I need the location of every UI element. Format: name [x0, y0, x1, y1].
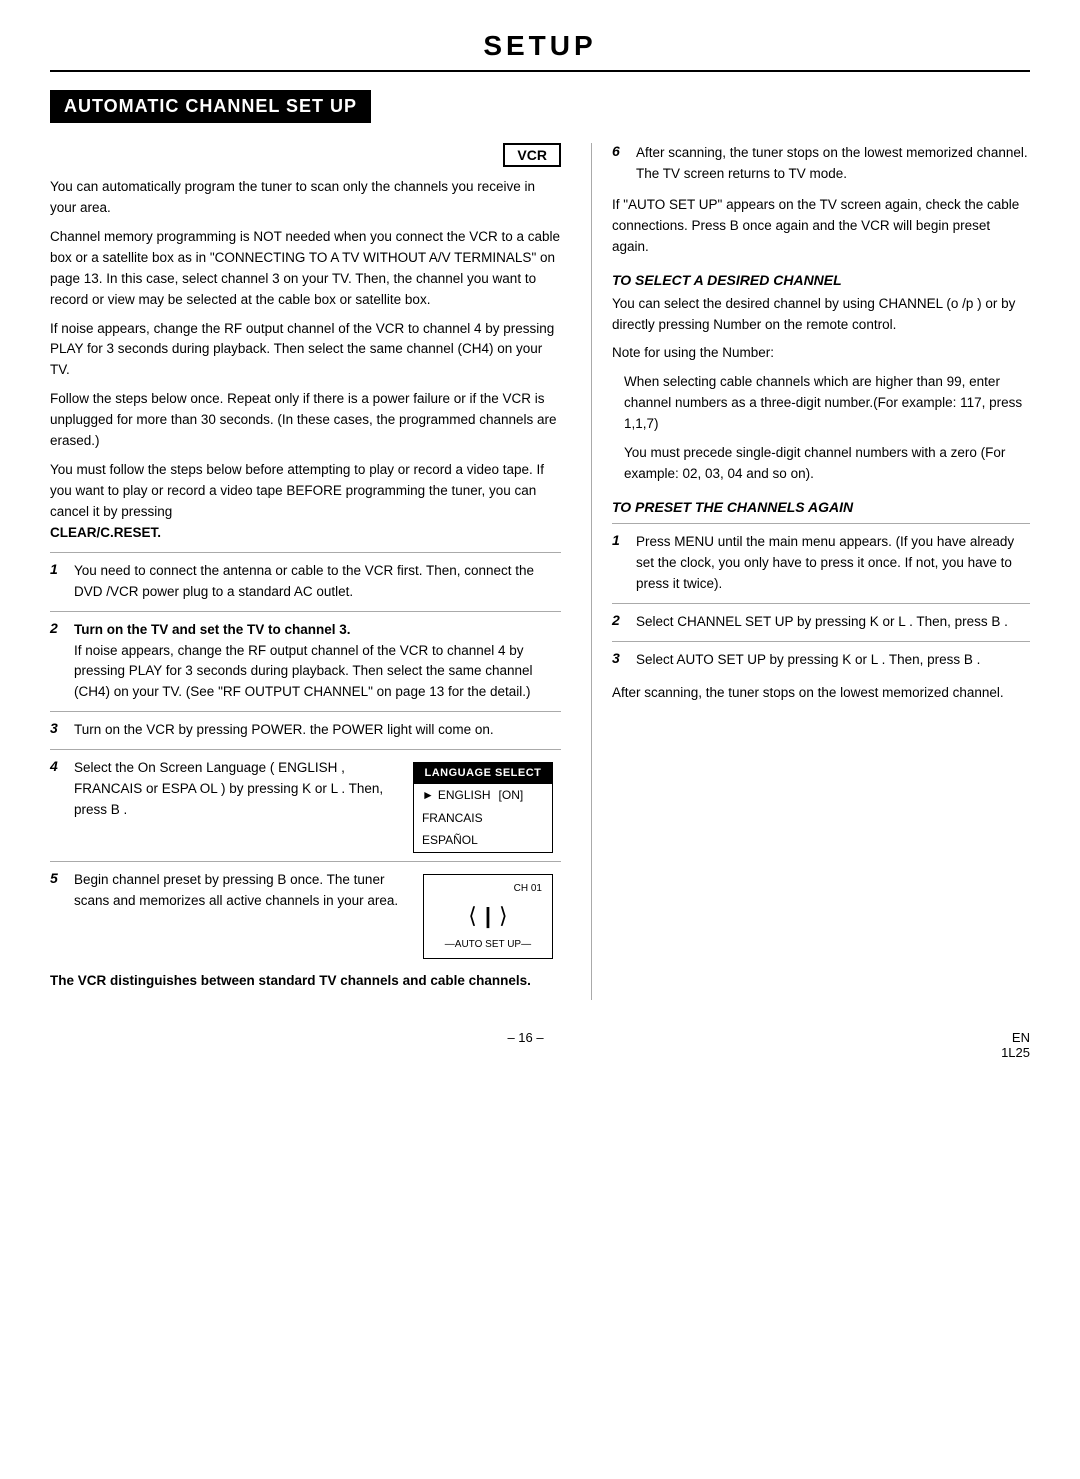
- vertical-line: |: [485, 899, 491, 933]
- step-1-block: 1 You need to connect the antenna or cab…: [50, 552, 561, 603]
- preset-step-2-block: 2 Select CHANNEL SET UP by pressing K or…: [612, 603, 1030, 633]
- subsection1-note2: You must precede single-digit channel nu…: [612, 443, 1030, 485]
- language-english: ► ENGLISH [ON]: [414, 784, 552, 807]
- vcr-channels-note: The VCR distinguishes between standard T…: [50, 971, 561, 992]
- page-title: SETUP: [50, 30, 1030, 72]
- step-5-num: 5: [50, 870, 66, 886]
- right-arrow-icon: ⟩: [499, 899, 508, 933]
- left-arrow-icon: ⟨: [468, 899, 477, 933]
- footer-code: EN 1L25: [1001, 1030, 1030, 1060]
- language-francais: FRANCAIS: [414, 807, 552, 830]
- step-4-text: LANGUAGE SELECT ► ENGLISH [ON] FRANCAIS …: [74, 758, 553, 853]
- auto-note: If "AUTO SET UP" appears on the TV scree…: [612, 195, 1030, 258]
- preset-step-1-block: 1 Press MENU until the main menu appears…: [612, 523, 1030, 595]
- footer-page-num: – 16 –: [507, 1030, 543, 1060]
- page-footer: – 16 – EN 1L25: [50, 1030, 1030, 1060]
- clear-reset-label: CLEAR/C.RESET.: [50, 525, 161, 540]
- intro-text-1: You can automatically program the tuner …: [50, 177, 561, 219]
- subsection1-note1: When selecting cable channels which are …: [612, 372, 1030, 435]
- ch-display-box: CH 01 ⟨ | ⟩ —AUTO SET UP—: [423, 874, 553, 959]
- step-6-text: After scanning, the tuner stops on the l…: [636, 143, 1030, 185]
- language-select-box: LANGUAGE SELECT ► ENGLISH [ON] FRANCAIS …: [413, 762, 553, 853]
- intro-text-2: Channel memory programming is NOT needed…: [50, 227, 561, 311]
- step-1-num: 1: [50, 561, 66, 577]
- vcr-badge: VCR: [503, 143, 561, 167]
- step-3-block: 3 Turn on the VCR by pressing POWER. the…: [50, 711, 561, 741]
- intro-text-3: If noise appears, change the RF output c…: [50, 319, 561, 382]
- subsection1-text1: You can select the desired channel by us…: [612, 294, 1030, 336]
- step-6-num: 6: [612, 143, 628, 185]
- intro-text-4: Follow the steps below once. Repeat only…: [50, 389, 561, 452]
- preset-step-2-text: Select CHANNEL SET UP by pressing K or L…: [636, 612, 1030, 633]
- subsection2-title: TO PRESET THE CHANNELS AGAIN: [612, 499, 1030, 515]
- preset-step-3-block: 3 Select AUTO SET UP by pressing K or L …: [612, 641, 1030, 671]
- step-1-text: You need to connect the antenna or cable…: [74, 561, 561, 603]
- section-header: AUTOMATIC CHANNEL SET UP: [50, 90, 371, 123]
- language-espanol: ESPAÑOL: [414, 829, 552, 852]
- step-4-num: 4: [50, 758, 66, 774]
- step-2-block: 2 Turn on the TV and set the TV to chann…: [50, 611, 561, 704]
- preset-step-3-num: 3: [612, 650, 628, 666]
- preset-step-1-text: Press MENU until the main menu appears. …: [636, 532, 1030, 595]
- left-column: VCR You can automatically program the tu…: [50, 143, 561, 1000]
- arrow-display: ⟨ | ⟩: [428, 899, 548, 933]
- step-2-num: 2: [50, 620, 66, 636]
- ch-label: CH 01: [428, 881, 548, 897]
- after-scan-note: After scanning, the tuner stops on the l…: [612, 683, 1030, 704]
- subsection1-title: TO SELECT A DESIRED CHANNEL: [612, 272, 1030, 288]
- auto-set-label: —AUTO SET UP—: [428, 937, 548, 953]
- intro-text-5: You must follow the steps below before a…: [50, 460, 561, 544]
- step-2-text: Turn on the TV and set the TV to channel…: [74, 620, 561, 704]
- preset-step-3-text: Select AUTO SET UP by pressing K or L . …: [636, 650, 1030, 671]
- step-3-text: Turn on the VCR by pressing POWER. the P…: [74, 720, 561, 741]
- preset-step-2-num: 2: [612, 612, 628, 628]
- step-4-block: 4 LANGUAGE SELECT ► ENGLISH [ON] FRANCAI…: [50, 749, 561, 853]
- step-3-num: 3: [50, 720, 66, 736]
- language-box-header: LANGUAGE SELECT: [414, 763, 552, 784]
- right-column: 6 After scanning, the tuner stops on the…: [591, 143, 1030, 1000]
- step-6-block: 6 After scanning, the tuner stops on the…: [612, 143, 1030, 185]
- preset-step-1-num: 1: [612, 532, 628, 548]
- step-5-text: CH 01 ⟨ | ⟩ —AUTO SET UP— Begin channel …: [74, 870, 553, 959]
- step-5-block: 5 CH 01 ⟨ | ⟩ —AUTO SET UP— Begin channe…: [50, 861, 561, 959]
- subsection1-note-header: Note for using the Number:: [612, 343, 1030, 364]
